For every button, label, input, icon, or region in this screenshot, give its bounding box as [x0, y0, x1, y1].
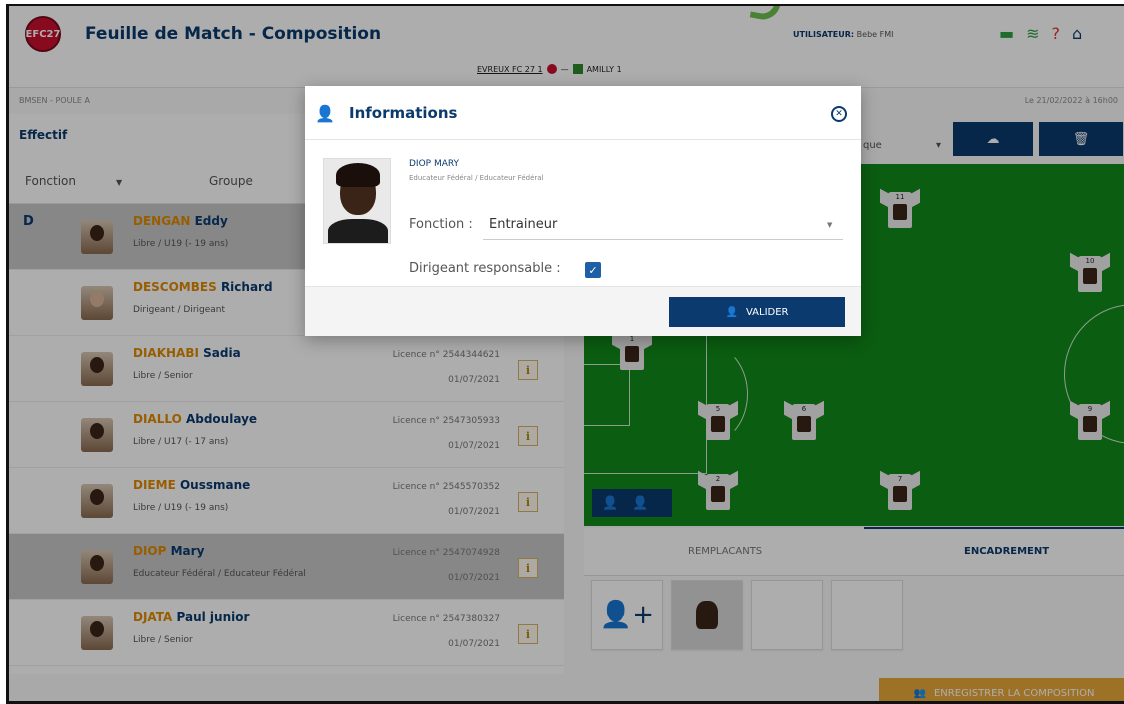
person-name: DIOP MARY [409, 159, 460, 169]
informations-modal: 👤 Informations ✕ DIOP MARY Educateur Féd… [305, 86, 861, 336]
dirigeant-label: Dirigeant responsable : [409, 261, 561, 276]
person-role: Educateur Fédéral / Educateur Fédéral [409, 174, 544, 182]
modal-footer: 👤 VALIDER [305, 286, 861, 336]
fonction-label: Fonction : [409, 217, 473, 232]
valider-label: VALIDER [745, 306, 789, 318]
fonction-underline [483, 239, 843, 240]
user-edit-icon: 👤 [725, 306, 738, 318]
person-photo [323, 158, 391, 244]
user-edit-icon: 👤 [315, 104, 335, 123]
valider-button[interactable]: 👤 VALIDER [669, 297, 845, 327]
photo-shoulders [328, 219, 388, 243]
app-frame: EFC27 Feuille de Match - Composition UTI… [6, 4, 1124, 704]
photo-hair [336, 163, 380, 187]
chevron-down-icon[interactable]: ▼ [827, 221, 832, 229]
modal-header: 👤 Informations ✕ [305, 86, 861, 140]
close-icon[interactable]: ✕ [831, 106, 847, 122]
dirigeant-checkbox[interactable]: ✓ [585, 262, 601, 278]
modal-title: Informations [349, 104, 458, 122]
fonction-select[interactable]: Entraineur [489, 217, 557, 232]
